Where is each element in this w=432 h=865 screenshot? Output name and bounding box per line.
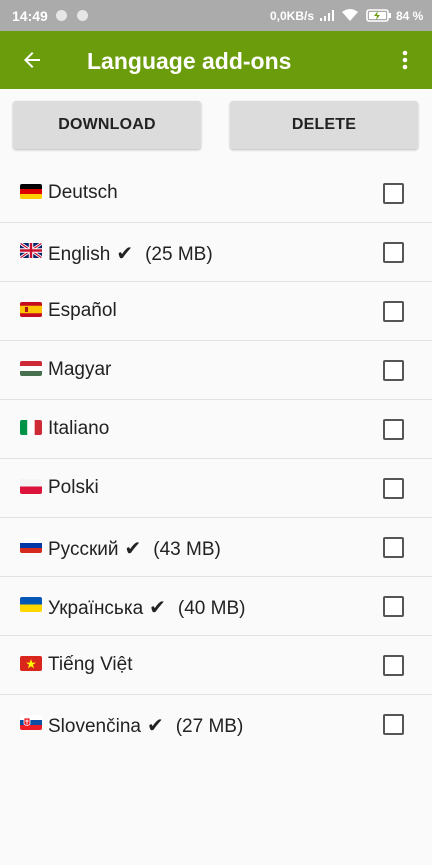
flag-ru-icon [20, 538, 42, 553]
language-label: English ✔ (25 MB) [48, 241, 213, 266]
language-checkbox[interactable] [383, 478, 404, 499]
language-label: Deutsch [48, 182, 118, 204]
flag-vn-icon [20, 656, 42, 671]
installed-check-icon: ✔ [124, 538, 142, 560]
language-name: Deutsch [48, 182, 118, 203]
language-name: Tiếng Việt [48, 654, 133, 675]
language-label: Magyar [48, 359, 111, 381]
language-label: Polski [48, 477, 99, 499]
language-name: Українська [48, 598, 144, 619]
more-vert-icon[interactable] [396, 48, 414, 72]
installed-check-icon: ✔ [149, 597, 166, 619]
language-size: (43 MB) [153, 539, 221, 560]
language-name: Español [48, 300, 117, 321]
language-label: Українська ✔ (40 MB) [48, 595, 245, 620]
network-speed: 0,0KB/s [270, 9, 315, 23]
flag-es-icon [20, 302, 42, 317]
language-row[interactable]: Italiano [0, 400, 432, 459]
language-checkbox[interactable] [383, 537, 404, 558]
language-size: (27 MB) [175, 716, 244, 737]
language-checkbox[interactable] [383, 360, 404, 381]
delete-button[interactable]: DELETE [230, 101, 418, 149]
language-name: English [48, 244, 111, 265]
language-label: Tiếng Việt [48, 654, 133, 676]
language-row[interactable]: Deutsch [0, 164, 432, 223]
installed-check-icon: ✔ [146, 715, 164, 737]
language-name: Русский [48, 539, 119, 560]
flag-it-icon [20, 420, 42, 435]
language-checkbox[interactable] [383, 301, 404, 322]
flag-pl-icon [20, 479, 42, 494]
app-bar: Language add-ons [0, 31, 432, 89]
arrow-left-icon[interactable] [20, 48, 44, 72]
signal-icon [320, 10, 334, 21]
language-row[interactable]: Slovenčina ✔ (27 MB) [0, 695, 432, 754]
language-checkbox[interactable] [383, 242, 404, 263]
language-name: Polski [48, 477, 99, 498]
language-row[interactable]: Українська ✔ (40 MB) [0, 577, 432, 636]
installed-check-icon: ✔ [116, 243, 134, 265]
status-time: 14:49 [12, 8, 48, 24]
wifi-icon [342, 9, 358, 21]
language-name: Slovenčina [48, 716, 141, 737]
language-row[interactable]: Tiếng Việt [0, 636, 432, 695]
language-row[interactable]: Polski [0, 459, 432, 518]
notification-dot-icon [56, 10, 67, 21]
language-checkbox[interactable] [383, 596, 404, 617]
language-checkbox[interactable] [383, 655, 404, 676]
language-list: Deutsch English ✔ (25 MB) Español Magyar Itali… [0, 164, 432, 754]
language-row[interactable]: Русский ✔ (43 MB) [0, 518, 432, 577]
flag-de-icon [20, 184, 42, 199]
page-title: Language add-ons [87, 48, 292, 74]
notification-dot-icon [77, 10, 88, 21]
language-name: Italiano [48, 418, 110, 439]
language-name: Magyar [48, 359, 112, 380]
language-label: Русский ✔ (43 MB) [48, 536, 221, 561]
download-button[interactable]: DOWNLOAD [13, 101, 201, 149]
language-checkbox[interactable] [383, 183, 404, 204]
language-size: (25 MB) [145, 244, 213, 265]
language-label: Italiano [48, 418, 109, 440]
flag-sk-icon [20, 715, 42, 730]
language-label: Slovenčina ✔ (27 MB) [48, 713, 243, 738]
language-checkbox[interactable] [383, 419, 404, 440]
language-row[interactable]: Magyar [0, 341, 432, 400]
battery-percent: 84 % [396, 9, 424, 23]
language-row[interactable]: English ✔ (25 MB) [0, 223, 432, 282]
language-label: Español [48, 300, 117, 322]
flag-gb-icon [20, 243, 42, 258]
language-size: (40 MB) [177, 598, 246, 619]
language-row[interactable]: Español [0, 282, 432, 341]
language-checkbox[interactable] [383, 714, 404, 735]
battery-charging-icon [366, 9, 391, 22]
status-bar: 14:49 0,0KB/s 84 % [0, 0, 432, 31]
flag-ua-icon [20, 597, 42, 612]
flag-hu-icon [20, 361, 42, 376]
